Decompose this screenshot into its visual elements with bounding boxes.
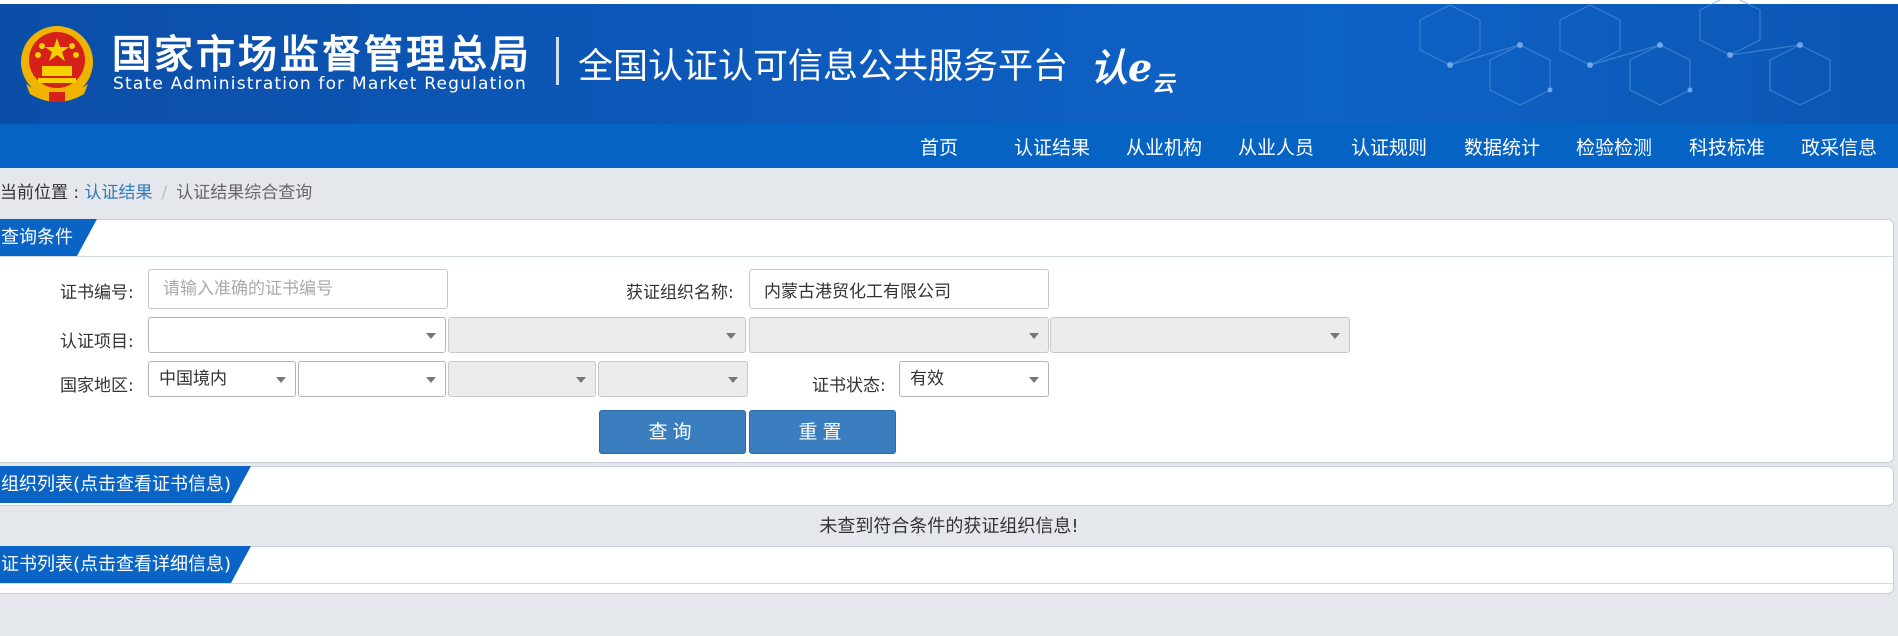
breadcrumb-separator: / — [161, 183, 168, 203]
query-panel-header: 查询条件 — [0, 220, 1893, 257]
national-emblem-icon — [21, 26, 93, 102]
status-label: 证书状态: — [812, 376, 886, 396]
project-select-2[interactable] — [448, 317, 746, 353]
org-list-empty-message: 未查到符合条件的获证组织信息! — [819, 516, 1079, 537]
chevron-down-icon — [728, 377, 738, 383]
header-divider — [556, 37, 559, 85]
breadcrumb-link-cert-results[interactable]: 认证结果 — [85, 183, 153, 203]
chevron-down-icon — [1029, 333, 1039, 339]
org-list-title: 组织列表(点击查看证书信息) — [0, 466, 251, 503]
nav-item-home[interactable]: 首页 — [920, 133, 958, 160]
nav-item-procurement[interactable]: 政采信息 — [1801, 133, 1877, 160]
reset-button[interactable]: 重置 — [749, 410, 896, 454]
org-list-panel-header: 组织列表(点击查看证书信息) — [0, 467, 1893, 503]
region-label: 国家地区: — [60, 376, 134, 396]
header-banner: 国家市场监督管理总局 State Administration for Mark… — [0, 0, 1898, 124]
org-list-panel: 组织列表(点击查看证书信息) — [0, 466, 1894, 506]
chevron-down-icon — [1330, 333, 1340, 339]
project-select-1[interactable] — [148, 317, 446, 353]
status-select-value: 有效 — [910, 369, 944, 389]
breadcrumb-prefix: 当前位置 : — [0, 183, 85, 203]
platform-logo-small: 云 — [1152, 71, 1175, 97]
nav-item-personnel[interactable]: 从业人员 — [1238, 133, 1314, 160]
chevron-down-icon — [576, 377, 586, 383]
nav-item-standards[interactable]: 科技标准 — [1689, 133, 1765, 160]
chevron-down-icon — [426, 333, 436, 339]
chevron-down-icon — [1029, 377, 1039, 383]
project-select-4[interactable] — [1050, 317, 1350, 353]
status-select[interactable]: 有效 — [899, 361, 1049, 397]
chevron-down-icon — [426, 377, 436, 383]
network-decoration — [1419, 0, 1831, 106]
breadcrumb: 当前位置 : 认证结果 / 认证结果综合查询 — [0, 178, 312, 203]
platform-title: 全国认证认可信息公共服务平台 — [578, 47, 1069, 87]
chevron-down-icon — [276, 377, 286, 383]
search-button[interactable]: 查询 — [599, 410, 746, 454]
region-select-1-value: 中国境内 — [159, 369, 227, 389]
query-panel-title: 查询条件 — [0, 219, 97, 256]
org-name-label: 获证组织名称: — [626, 283, 734, 303]
nav-item-rules[interactable]: 认证规则 — [1351, 133, 1427, 160]
project-label: 认证项目: — [60, 332, 134, 352]
region-select-3[interactable] — [448, 361, 596, 397]
org-name-input[interactable] — [749, 269, 1049, 309]
platform-logo: 认e云 — [1090, 37, 1174, 97]
nav-item-testing[interactable]: 检验检测 — [1576, 133, 1652, 160]
nav-item-cert-results[interactable]: 认证结果 — [1014, 133, 1090, 160]
cert-no-label: 证书编号: — [60, 283, 134, 303]
main-nav: 首页 认证结果 从业机构 从业人员 认证规则 数据统计 检验检测 科技标准 政采… — [0, 124, 1898, 168]
cert-list-panel: 证书列表(点击查看详细信息) — [0, 546, 1894, 594]
project-select-3[interactable] — [749, 317, 1049, 353]
region-select-1[interactable]: 中国境内 — [148, 361, 296, 397]
cert-no-input[interactable] — [148, 269, 448, 309]
org-name-en: State Administration for Market Regulati… — [113, 74, 527, 94]
nav-item-institutions[interactable]: 从业机构 — [1126, 133, 1202, 160]
platform-logo-main: 认e — [1090, 45, 1153, 90]
nav-item-statistics[interactable]: 数据统计 — [1464, 133, 1540, 160]
region-select-4[interactable] — [598, 361, 748, 397]
breadcrumb-current: 认证结果综合查询 — [176, 183, 313, 203]
org-name-cn: 国家市场监督管理总局 — [112, 33, 533, 78]
cert-list-title: 证书列表(点击查看详细信息) — [0, 546, 251, 583]
cert-list-panel-header: 证书列表(点击查看详细信息) — [0, 547, 1893, 584]
chevron-down-icon — [726, 333, 736, 339]
region-select-2[interactable] — [298, 361, 446, 397]
